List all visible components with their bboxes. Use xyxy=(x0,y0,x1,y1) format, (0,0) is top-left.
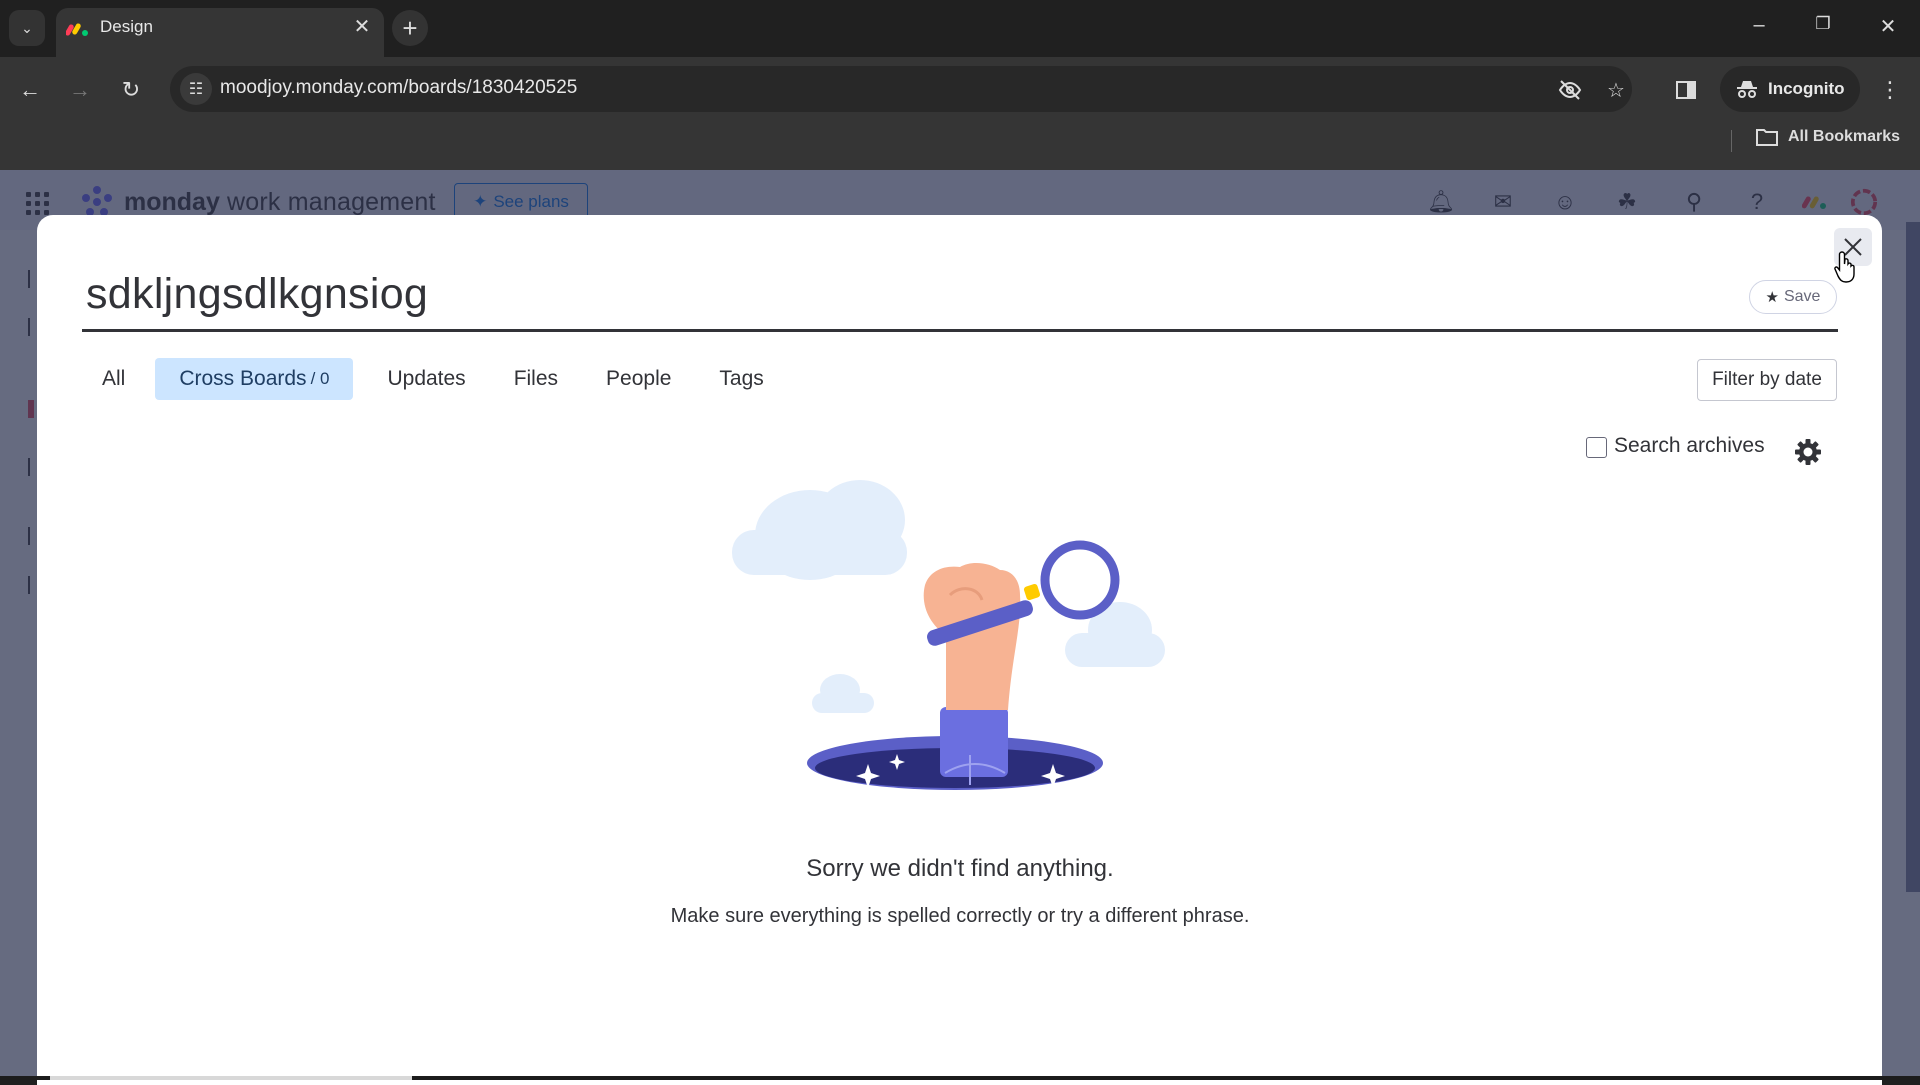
tune-icon: ☷ xyxy=(188,81,204,98)
empty-state-subtitle: Make sure everything is spelled correctl… xyxy=(670,905,1250,927)
search-archives-label[interactable]: Search archives xyxy=(1614,434,1765,458)
sleeve xyxy=(940,707,1008,777)
more-vertical-icon: ⋮ xyxy=(1879,77,1901,102)
tab-all[interactable]: All xyxy=(82,358,145,400)
tab-tags[interactable]: Tags xyxy=(695,358,787,400)
folder-icon xyxy=(1756,129,1778,146)
monday-favicon-icon xyxy=(66,23,88,36)
tab-cross-boards[interactable]: Cross Boards/ 0 xyxy=(155,358,354,400)
arrow-right-icon: → xyxy=(69,77,91,102)
incognito-icon xyxy=(1737,81,1757,98)
tab-files[interactable]: Files xyxy=(490,358,582,400)
cloud-small xyxy=(812,674,874,713)
chevron-down-icon: ⌄ xyxy=(21,19,33,36)
save-search-button[interactable]: ★ Save xyxy=(1749,280,1837,314)
back-button[interactable]: ← xyxy=(12,72,48,108)
url-text[interactable]: moodjoy.monday.com/boards/1830420525 xyxy=(220,77,577,99)
forward-button[interactable]: → xyxy=(62,72,98,108)
plus-icon: + xyxy=(402,13,418,43)
bookmarks-divider xyxy=(1731,130,1732,152)
side-panel-icon[interactable] xyxy=(1672,76,1700,104)
search-result-tabs: All Cross Boards/ 0 Updates Files People… xyxy=(82,358,788,400)
minimize-icon[interactable]: – xyxy=(1739,14,1779,37)
save-label: Save xyxy=(1783,288,1821,305)
hand-cursor-icon xyxy=(1834,251,1855,283)
star-icon: ★ xyxy=(1765,289,1779,306)
horizontal-scrollbar-thumb[interactable] xyxy=(50,1076,412,1080)
cloud-large xyxy=(732,480,907,580)
eye-off-icon[interactable] xyxy=(1556,76,1584,104)
search-archives-checkbox[interactable] xyxy=(1586,437,1607,458)
reload-icon: ↻ xyxy=(121,77,141,102)
empty-state-title: Sorry we didn't find anything. xyxy=(806,855,1114,882)
browser-menu-button[interactable]: ⋮ xyxy=(1876,76,1904,104)
search-input-underline xyxy=(82,329,1838,332)
all-bookmarks-label: All Bookmarks xyxy=(1788,128,1901,145)
tab-people[interactable]: People xyxy=(582,358,695,400)
incognito-label: Incognito xyxy=(1768,79,1845,98)
restore-icon[interactable]: ❐ xyxy=(1803,14,1843,34)
magnifier-lens xyxy=(1040,540,1120,620)
new-tab-button[interactable]: + xyxy=(392,10,428,46)
result-count: / 0 xyxy=(310,369,330,388)
filter-by-date-button[interactable]: Filter by date xyxy=(1697,359,1837,401)
search-query-input[interactable]: sdkljngsdlkgnsiog xyxy=(86,270,428,319)
tab-close-icon[interactable]: ✕ xyxy=(350,14,374,39)
incognito-badge[interactable]: Incognito xyxy=(1720,66,1860,112)
page-scrollbar[interactable] xyxy=(1906,222,1920,892)
tab-updates[interactable]: Updates xyxy=(363,358,489,400)
empty-search-illustration xyxy=(732,480,1165,790)
reload-button[interactable]: ↻ xyxy=(113,72,149,108)
browser-tab-title: Design xyxy=(100,17,153,36)
gear-icon[interactable] xyxy=(1793,437,1823,467)
bookmark-star-icon[interactable]: ☆ xyxy=(1602,76,1630,104)
window-close-icon[interactable]: ✕ xyxy=(1868,14,1908,39)
arrow-left-icon: ← xyxy=(19,77,41,102)
site-info-button[interactable]: ☷ xyxy=(180,73,212,105)
all-bookmarks-button[interactable]: All Bookmarks xyxy=(1756,128,1900,146)
tab-search-button[interactable]: ⌄ xyxy=(9,10,45,46)
